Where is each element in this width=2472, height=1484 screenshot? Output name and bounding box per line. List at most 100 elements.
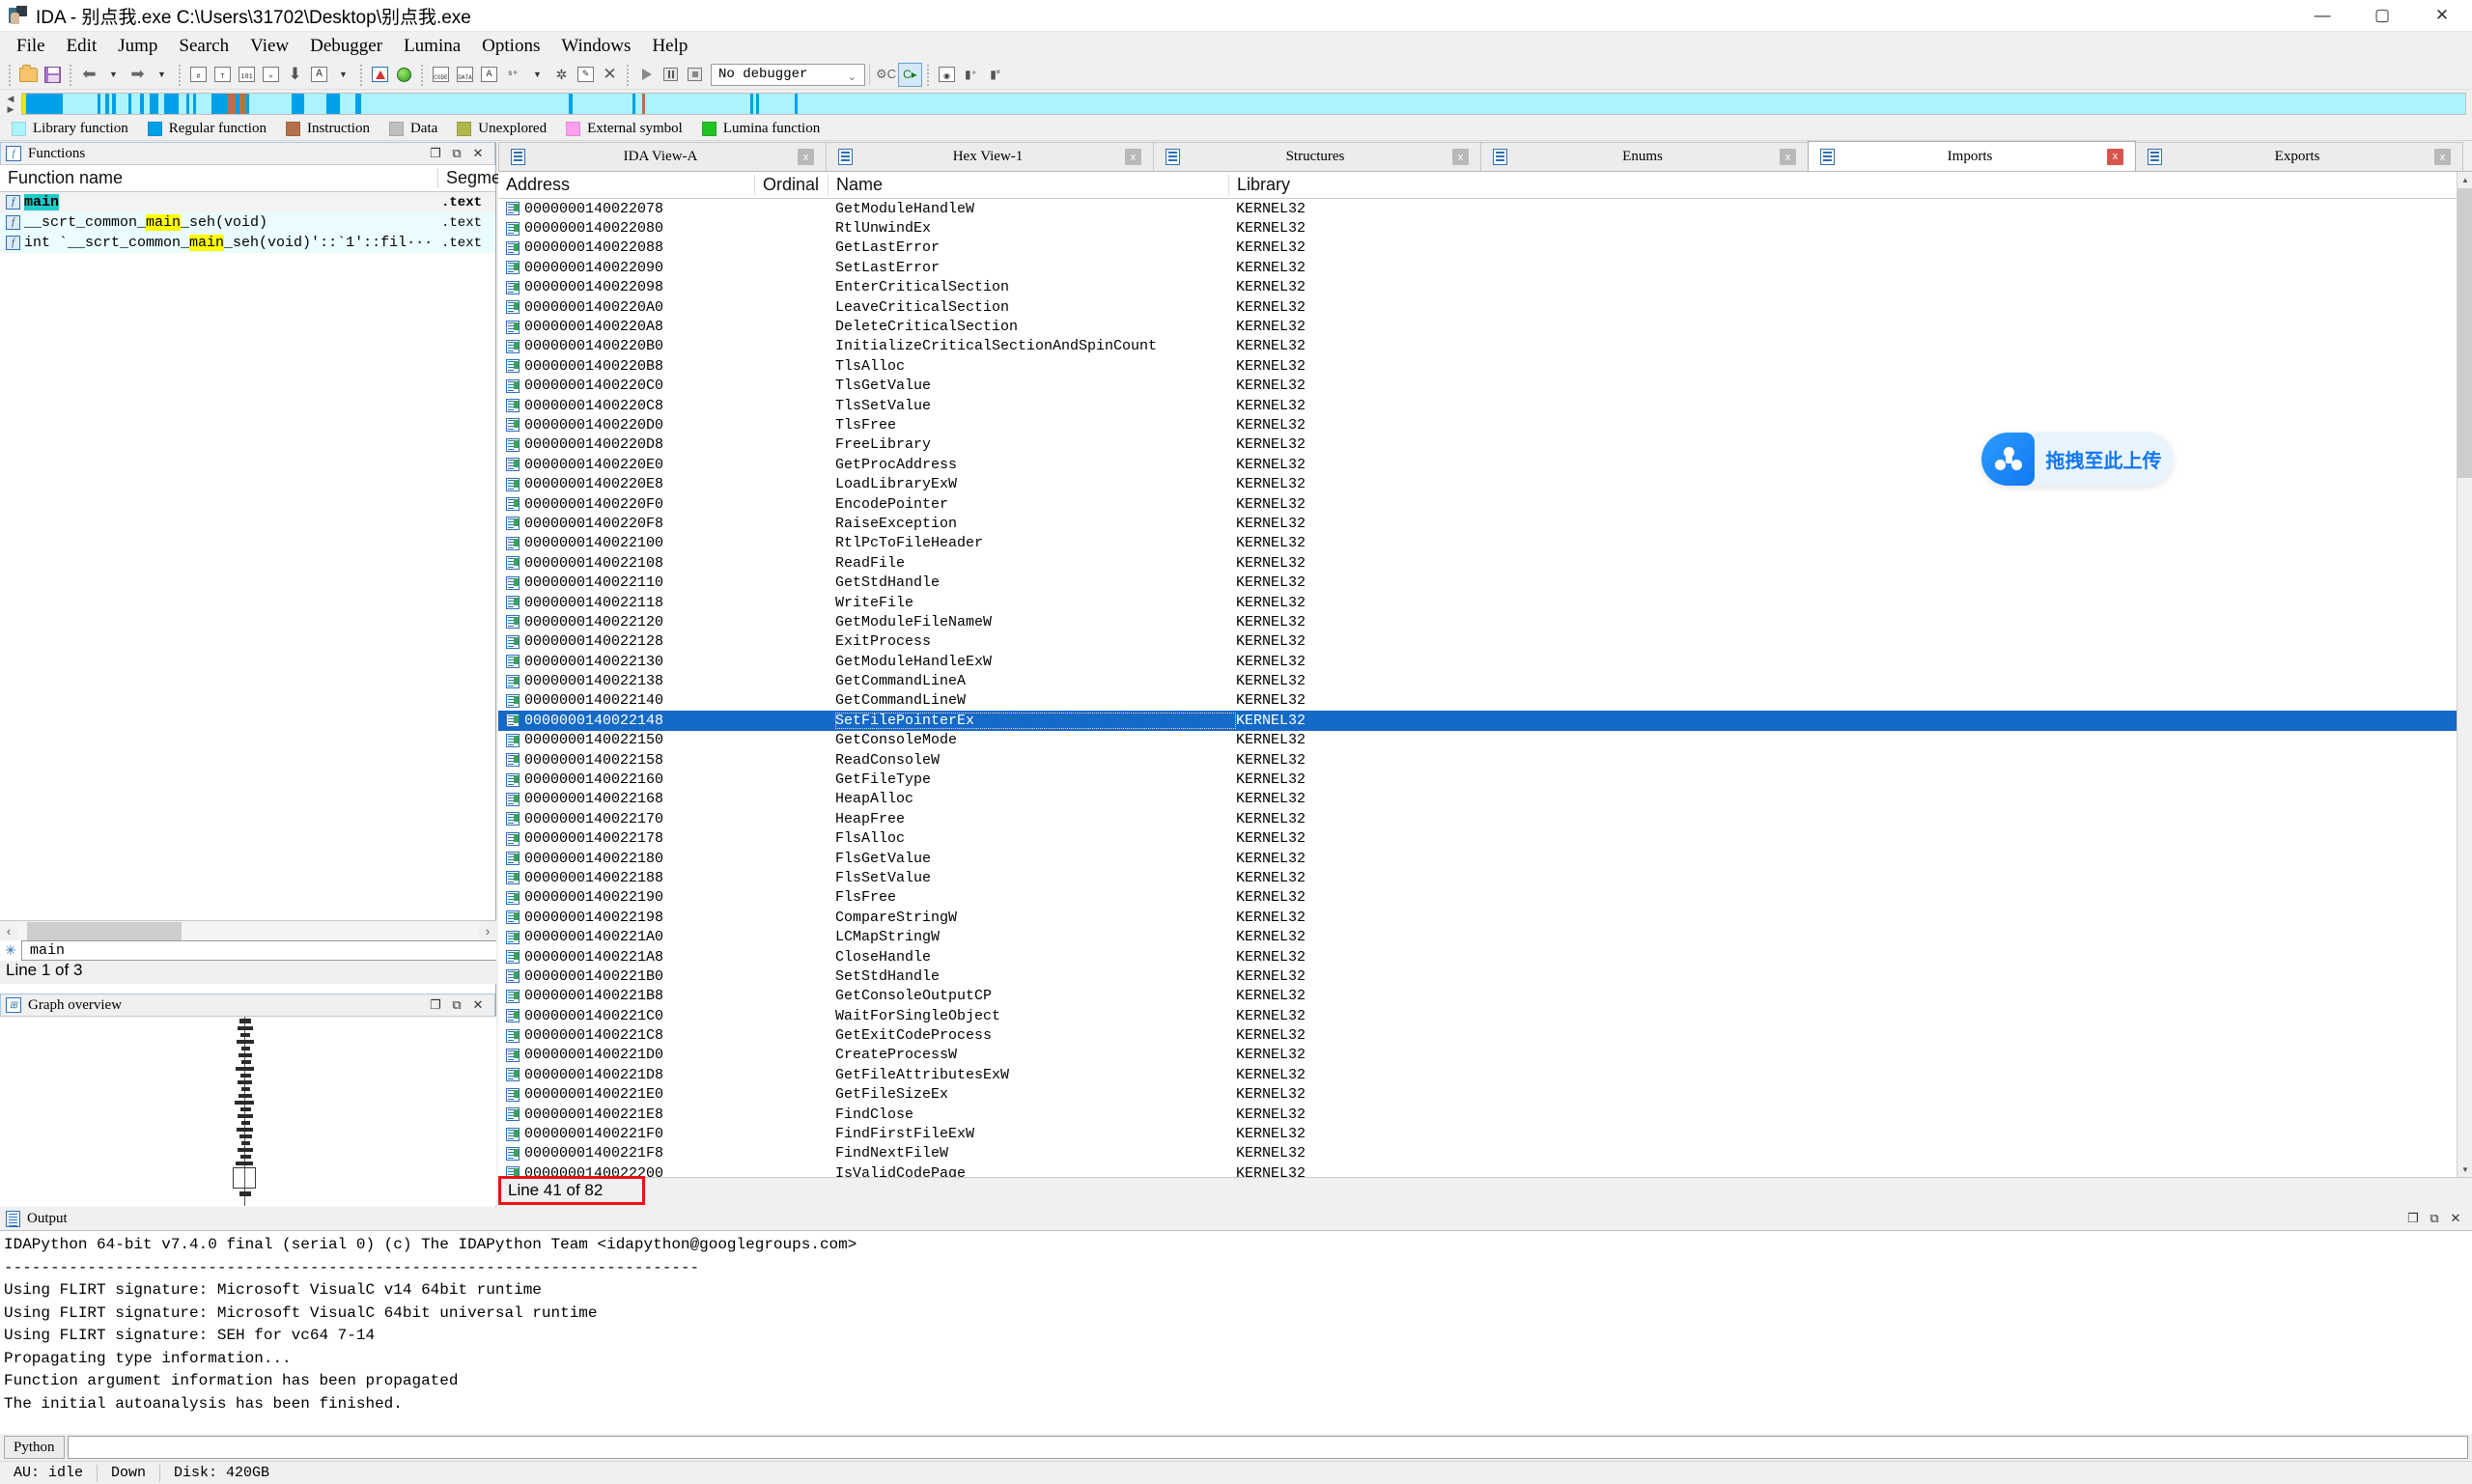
graph-overview-canvas[interactable] <box>0 1017 496 1206</box>
menu-lumina[interactable]: Lumina <box>393 34 471 59</box>
table-row[interactable]: 0000000140022198 CompareStringW KERNEL32 <box>498 908 2472 927</box>
tab-close-icon[interactable]: x <box>2107 148 2123 165</box>
menu-options[interactable]: Options <box>471 34 550 59</box>
table-row[interactable]: 00000001400221D8 GetFileAttributesExW KERN… <box>498 1065 2472 1084</box>
breakpoint-list-icon[interactable]: ◉ <box>935 63 959 87</box>
tab-ida-view-a[interactable]: IDA View-A x <box>498 142 827 171</box>
debug-run-icon[interactable] <box>634 63 659 87</box>
make-string-icon[interactable]: ˢ⁺ <box>501 63 525 87</box>
table-row[interactable]: 0000000140022170 HeapFree KERNEL32 <box>498 809 2472 828</box>
navigate-forward-icon[interactable]: ➡ <box>126 63 150 87</box>
table-row[interactable]: 00000001400221F0 FindFirstFileExW KERNEL32 <box>498 1124 2472 1143</box>
table-row[interactable]: 0000000140022118 WriteFile KERNEL32 <box>498 593 2472 612</box>
table-row[interactable]: 0000000140022158 ReadConsoleW KERNEL32 <box>498 750 2472 770</box>
imports-vertical-scrollbar[interactable]: ▲ ▼ <box>2457 172 2472 1177</box>
graph-restore-button[interactable]: ❐ <box>425 995 446 1015</box>
table-row[interactable]: 0000000140022080 RtlUnwindEx KERNEL32 <box>498 218 2472 238</box>
table-row[interactable]: 00000001400220B8 TlsAlloc KERNEL32 <box>498 356 2472 376</box>
menu-view[interactable]: View <box>239 34 299 59</box>
debug-options-icon[interactable]: ⚙C <box>874 63 898 87</box>
nav-down-icon[interactable]: ▶ <box>8 104 14 115</box>
tab-structures[interactable]: Structures x <box>1153 142 1481 171</box>
scroll-right-icon[interactable]: › <box>479 924 496 938</box>
tab-close-icon[interactable]: x <box>798 149 814 165</box>
toolbar-grip-5[interactable] <box>419 63 426 86</box>
toolbar-grip-7[interactable] <box>925 63 932 86</box>
functions-restore-button[interactable]: ❐ <box>425 144 446 163</box>
table-row[interactable]: f int `__scrt_common_main_seh(void)'::`1… <box>0 233 495 253</box>
netdisk-upload-widget[interactable]: 拖拽至此上传 <box>1981 433 2173 486</box>
table-row[interactable]: 0000000140022168 HeapAlloc KERNEL32 <box>498 790 2472 809</box>
tab-close-icon[interactable]: x <box>1125 149 1141 165</box>
functions-maximize-button[interactable]: ⧉ <box>446 144 467 163</box>
toolbar-grip-4[interactable] <box>358 63 365 86</box>
table-row[interactable]: 0000000140022180 FlsGetValue KERNEL32 <box>498 849 2472 868</box>
tab-hex-view-1[interactable]: Hex View-1 x <box>826 142 1154 171</box>
table-row[interactable]: 00000001400221C0 WaitForSingleObject KERNE… <box>498 1006 2472 1025</box>
table-row[interactable]: 00000001400220E0 GetProcAddress KERNEL32 <box>498 455 2472 474</box>
python-command-input[interactable] <box>67 1436 2468 1459</box>
output-maximize-button[interactable]: ⧉ <box>2424 1209 2445 1228</box>
table-row[interactable]: 0000000140022090 SetLastError KERNEL32 <box>498 258 2472 277</box>
open-file-icon[interactable] <box>16 63 41 87</box>
table-row[interactable]: f __scrt_common_main_seh(void) .text <box>0 212 495 233</box>
table-row[interactable]: 00000001400221D0 CreateProcessW KERNEL32 <box>498 1046 2472 1065</box>
maximize-button[interactable]: ▢ <box>2352 0 2412 32</box>
table-row[interactable]: 0000000140022148 SetFilePointerEx KERNEL32 <box>498 711 2472 731</box>
run-analysis-icon[interactable] <box>392 63 416 87</box>
make-string-dropdown-icon[interactable]: ▼ <box>525 63 549 87</box>
table-row[interactable]: 0000000140022098 EnterCriticalSection KERN… <box>498 278 2472 297</box>
table-row[interactable]: 0000000140022178 FlsAlloc KERNEL32 <box>498 829 2472 849</box>
table-row[interactable]: 00000001400221A8 CloseHandle KERNEL32 <box>498 947 2472 966</box>
table-row[interactable]: 00000001400220A8 DeleteCriticalSection KER… <box>498 317 2472 336</box>
tab-close-icon[interactable]: x <box>2434 149 2451 165</box>
python-mode-button[interactable]: Python <box>4 1436 65 1459</box>
table-row[interactable]: 00000001400220C0 TlsGetValue KERNEL32 <box>498 377 2472 396</box>
table-row[interactable]: 0000000140022140 GetCommandLineW KERNEL32 <box>498 691 2472 711</box>
output-restore-button[interactable]: ❐ <box>2402 1209 2424 1228</box>
menu-file[interactable]: File <box>6 34 56 59</box>
search-binary-icon[interactable]: 101 <box>235 63 259 87</box>
menu-help[interactable]: Help <box>641 34 698 59</box>
minimize-button[interactable]: — <box>2292 0 2352 32</box>
table-row[interactable]: 0000000140022078 GetModuleHandleW KERNEL32 <box>498 199 2472 218</box>
text-mode-icon[interactable]: A <box>307 63 331 87</box>
delete-breakpoint-icon[interactable]: ▮˟ <box>983 63 1007 87</box>
graph-view-icon[interactable] <box>368 63 392 87</box>
toolbar-grip-2[interactable] <box>68 63 74 86</box>
table-row[interactable]: 0000000140022188 FlsSetValue KERNEL32 <box>498 868 2472 887</box>
jump-down-icon[interactable]: ⬇ <box>283 63 307 87</box>
menu-edit[interactable]: Edit <box>56 34 108 59</box>
make-function-icon[interactable]: ✲ <box>549 63 574 87</box>
table-row[interactable]: 0000000140022110 GetStdHandle KERNEL32 <box>498 573 2472 592</box>
table-row[interactable]: 00000001400220E8 LoadLibraryExW KERNEL32 <box>498 474 2472 493</box>
column-header-address[interactable]: Address <box>498 175 754 195</box>
search-again-icon[interactable]: » <box>259 63 283 87</box>
tab-exports[interactable]: Exports x <box>2135 142 2463 171</box>
table-row[interactable]: 0000000140022160 GetFileType KERNEL32 <box>498 770 2472 789</box>
make-array-icon[interactable]: A <box>477 63 501 87</box>
column-header-function-name[interactable]: Function name <box>0 168 437 188</box>
tab-close-icon[interactable]: x <box>1452 149 1469 165</box>
edit-function-icon[interactable]: ✎ <box>574 63 598 87</box>
table-row[interactable]: 00000001400221C8 GetExitCodeProcess KERNEL… <box>498 1025 2472 1045</box>
scroll-left-icon[interactable]: ‹ <box>0 924 17 938</box>
navigate-forward-dropdown-icon[interactable]: ▼ <box>150 63 174 87</box>
table-row[interactable]: 0000000140022100 RtlPcToFileHeader KERNEL3… <box>498 534 2472 553</box>
nav-left-icon[interactable]: ◀ <box>8 94 14 104</box>
toolbar-grip-1[interactable] <box>7 63 14 86</box>
graph-maximize-button[interactable]: ⧉ <box>446 995 467 1015</box>
column-header-ordinal[interactable]: Ordinal <box>754 175 828 195</box>
save-icon[interactable] <box>41 63 65 87</box>
debug-start-process-icon[interactable]: C▸ <box>898 62 922 87</box>
make-data-icon[interactable]: DATA <box>453 63 477 87</box>
table-row[interactable]: 0000000140022120 GetModuleFileNameW KERNEL… <box>498 612 2472 631</box>
menu-search[interactable]: Search <box>168 34 239 59</box>
table-row[interactable]: 00000001400220B0 InitializeCriticalSectio… <box>498 337 2472 356</box>
navigator-strip[interactable] <box>21 93 2466 115</box>
table-row[interactable]: 00000001400221E8 FindClose KERNEL32 <box>498 1105 2472 1124</box>
column-header-segment[interactable]: Segme <box>437 168 501 188</box>
table-row[interactable]: 00000001400221B0 SetStdHandle KERNEL32 <box>498 966 2472 986</box>
search-hex-icon[interactable]: # <box>186 63 211 87</box>
scroll-thumb[interactable] <box>27 921 182 940</box>
